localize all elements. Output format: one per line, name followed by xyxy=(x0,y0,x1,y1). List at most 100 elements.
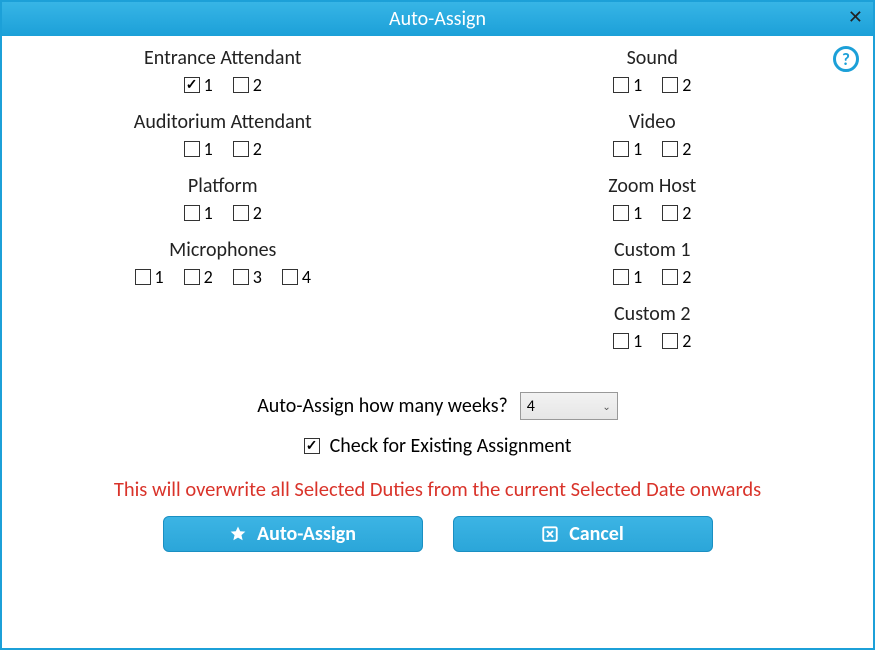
duty-checkbox-label: 1 xyxy=(633,330,642,352)
duty-checkbox-label: 2 xyxy=(204,266,213,288)
titlebar: Auto-Assign ✕ xyxy=(2,2,873,36)
duty-group: Custom 112 xyxy=(613,238,691,288)
warning-text: This will overwrite all Selected Duties … xyxy=(18,476,857,502)
duty-group-label: Platform xyxy=(184,174,262,198)
checkbox-icon xyxy=(184,141,200,157)
checkbox-icon xyxy=(233,205,249,221)
duty-group-label: Entrance Attendant xyxy=(144,46,301,70)
duty-checkbox-label: 1 xyxy=(633,202,642,224)
checkbox-icon xyxy=(613,77,629,93)
duty-checkbox-row: 12 xyxy=(613,266,691,288)
duty-checkbox[interactable]: 1 xyxy=(184,74,213,96)
checkbox-icon xyxy=(662,205,678,221)
auto-assign-label: Auto-Assign xyxy=(257,522,356,546)
duty-group: Video 12 xyxy=(613,110,691,160)
help-icon[interactable]: ? xyxy=(833,46,859,72)
checkbox-icon xyxy=(662,333,678,349)
dialog-content: ? Entrance Attendant12Auditorium Attenda… xyxy=(2,36,873,648)
duty-checkbox[interactable]: 3 xyxy=(233,266,262,288)
duty-checkbox-label: 1 xyxy=(633,138,642,160)
duty-checkbox-row: 12 xyxy=(613,74,691,96)
duty-checkbox-label: 2 xyxy=(253,138,262,160)
auto-assign-button[interactable]: Auto-Assign xyxy=(163,516,423,552)
close-icon[interactable]: ✕ xyxy=(848,8,863,26)
duty-group: Custom 212 xyxy=(613,302,691,352)
duty-checkbox-label: 1 xyxy=(155,266,164,288)
duty-checkbox-label: 2 xyxy=(253,74,262,96)
check-existing-label: Check for Existing Assignment xyxy=(330,434,572,458)
duty-checkbox-label: 2 xyxy=(682,202,691,224)
duty-checkbox-label: 2 xyxy=(253,202,262,224)
duty-checkbox-row: 12 xyxy=(184,202,262,224)
checkbox-icon xyxy=(184,269,200,285)
checkbox-icon xyxy=(233,269,249,285)
duty-checkbox[interactable]: 2 xyxy=(662,138,691,160)
duty-column-right: Sound12Video12Zoom Host12Custom 112Custo… xyxy=(448,46,858,366)
duty-group-label: Microphones xyxy=(135,238,312,262)
duty-columns: Entrance Attendant12Auditorium Attendant… xyxy=(18,46,857,366)
duty-checkbox-row: 12 xyxy=(613,330,691,352)
cancel-label: Cancel xyxy=(569,522,624,546)
weeks-value: 4 xyxy=(527,397,535,416)
checkbox-icon xyxy=(662,269,678,285)
duty-column-left: Entrance Attendant12Auditorium Attendant… xyxy=(18,46,428,366)
duty-checkbox-label: 1 xyxy=(204,138,213,160)
duty-checkbox-label: 1 xyxy=(204,202,213,224)
duty-checkbox-label: 2 xyxy=(682,74,691,96)
duty-checkbox[interactable]: 2 xyxy=(662,202,691,224)
checkbox-icon xyxy=(282,269,298,285)
duty-checkbox-label: 4 xyxy=(302,266,311,288)
checkbox-icon xyxy=(613,269,629,285)
duty-checkbox[interactable]: 2 xyxy=(233,74,262,96)
duty-checkbox-row: 12 xyxy=(613,138,691,160)
cancel-x-icon xyxy=(541,525,559,543)
duty-group-label: Sound xyxy=(613,46,691,70)
star-icon xyxy=(229,525,247,543)
duty-checkbox-label: 1 xyxy=(633,74,642,96)
duty-group-label: Custom 2 xyxy=(613,302,691,326)
duty-checkbox[interactable]: 1 xyxy=(613,202,642,224)
duty-checkbox[interactable]: 2 xyxy=(233,138,262,160)
duty-checkbox[interactable]: 4 xyxy=(282,266,311,288)
duty-checkbox[interactable]: 1 xyxy=(613,138,642,160)
checkbox-icon xyxy=(184,77,200,93)
duty-checkbox-label: 1 xyxy=(633,266,642,288)
dialog-title: Auto-Assign xyxy=(389,7,486,31)
duty-checkbox-row: 12 xyxy=(608,202,696,224)
checkbox-icon xyxy=(662,141,678,157)
weeks-select[interactable]: 4 ⌄ xyxy=(520,392,618,420)
duty-checkbox[interactable]: 1 xyxy=(135,266,164,288)
duty-group: Microphones 1 23 4 xyxy=(135,238,312,288)
duty-checkbox-row: 12 xyxy=(144,74,301,96)
weeks-row: Auto-Assign how many weeks? 4 ⌄ xyxy=(257,392,618,420)
duty-group: Auditorium Attendant12 xyxy=(134,110,312,160)
auto-assign-dialog: Auto-Assign ✕ ? Entrance Attendant12Audi… xyxy=(0,0,875,650)
duty-checkbox[interactable]: 1 xyxy=(613,330,642,352)
duty-group-label: Custom 1 xyxy=(613,238,691,262)
check-existing-checkbox[interactable] xyxy=(304,438,320,454)
checkbox-icon xyxy=(233,77,249,93)
duty-checkbox-label: 2 xyxy=(682,330,691,352)
button-row: Auto-Assign Cancel xyxy=(18,516,857,552)
duty-checkbox[interactable]: 2 xyxy=(662,330,691,352)
checkbox-icon xyxy=(135,269,151,285)
check-existing-row: Check for Existing Assignment xyxy=(304,434,572,458)
duty-checkbox[interactable]: 1 xyxy=(613,74,642,96)
checkbox-icon xyxy=(613,141,629,157)
duty-checkbox[interactable]: 1 xyxy=(613,266,642,288)
duty-group: Platform12 xyxy=(184,174,262,224)
chevron-down-icon: ⌄ xyxy=(602,400,610,413)
duty-group-label: Video xyxy=(613,110,691,134)
duty-checkbox[interactable]: 1 xyxy=(184,138,213,160)
duty-group-label: Zoom Host xyxy=(608,174,696,198)
duty-checkbox-label: 1 xyxy=(204,74,213,96)
checkbox-icon xyxy=(662,77,678,93)
duty-checkbox[interactable]: 2 xyxy=(233,202,262,224)
duty-checkbox[interactable]: 2 xyxy=(662,74,691,96)
duty-group: Entrance Attendant12 xyxy=(144,46,301,96)
duty-checkbox[interactable]: 2 xyxy=(184,266,213,288)
duty-checkbox-label: 2 xyxy=(682,266,691,288)
duty-checkbox[interactable]: 1 xyxy=(184,202,213,224)
duty-checkbox[interactable]: 2 xyxy=(662,266,691,288)
cancel-button[interactable]: Cancel xyxy=(453,516,713,552)
